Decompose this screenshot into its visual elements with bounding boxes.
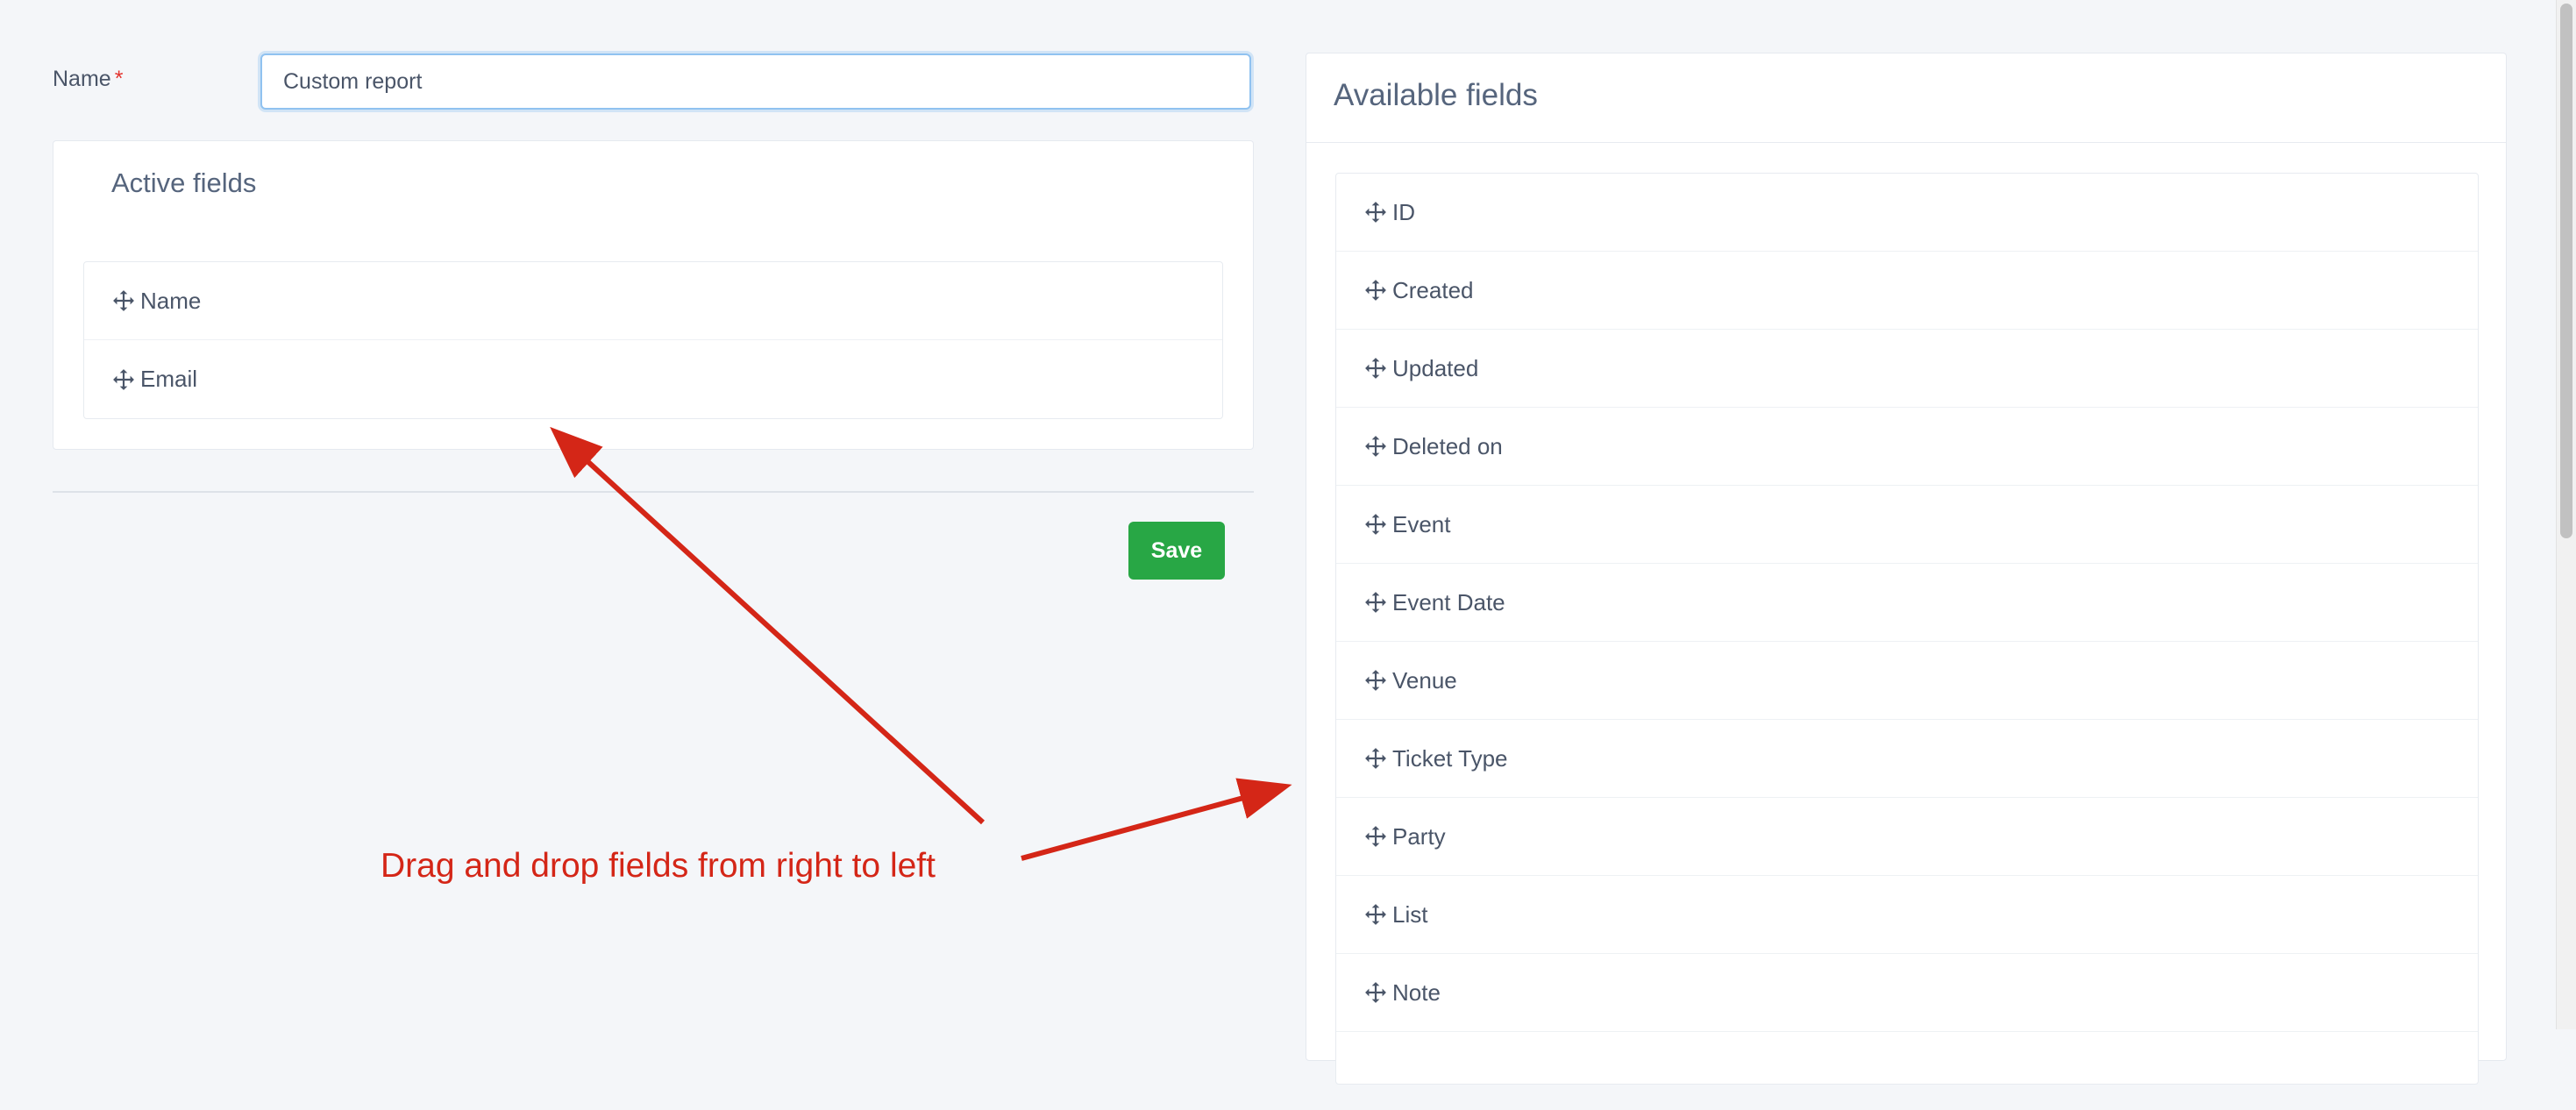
annotation-text: Drag and drop fields from right to left xyxy=(381,847,936,885)
page-scrollbar[interactable] xyxy=(2556,0,2576,1029)
arrow-to-active-fields xyxy=(550,426,986,825)
arrow-to-available-fields xyxy=(1021,778,1292,861)
available-field-item[interactable] xyxy=(1336,1032,2478,1110)
scrollbar-thumb[interactable] xyxy=(2560,4,2572,538)
